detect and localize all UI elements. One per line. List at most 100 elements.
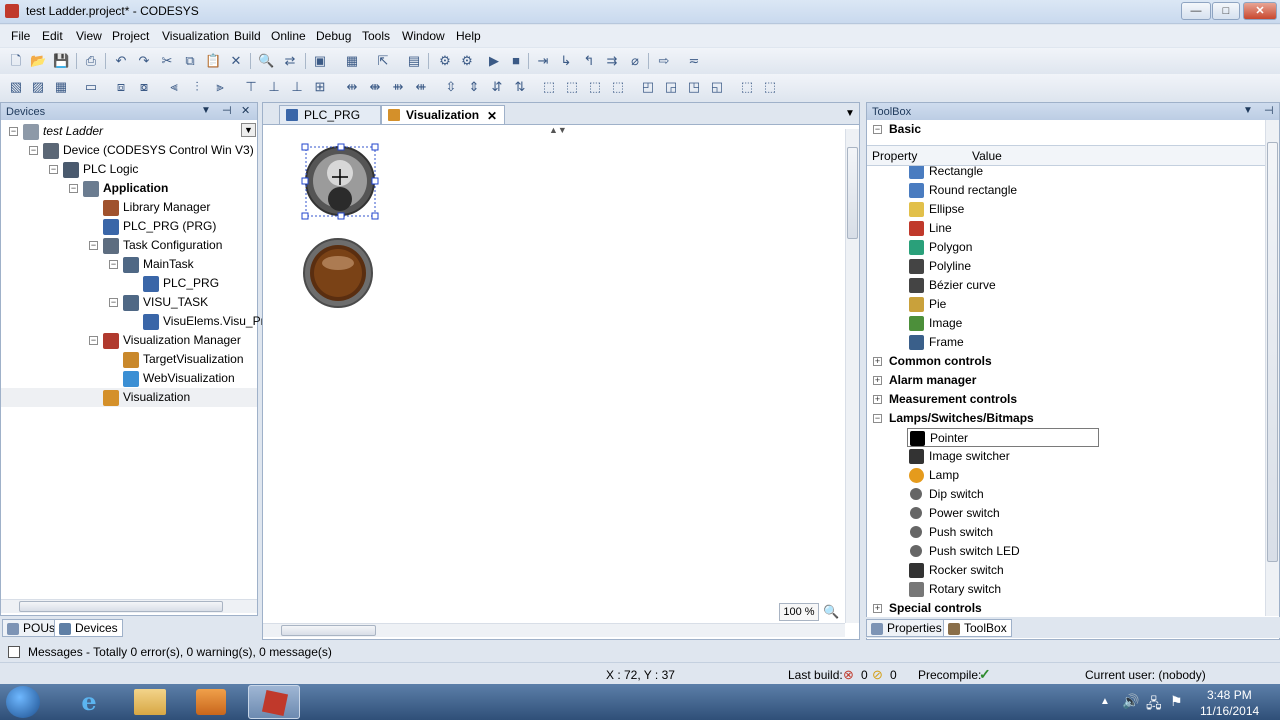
- collapse-icon[interactable]: −: [873, 125, 882, 134]
- size-2-icon[interactable]: ⬚: [564, 79, 580, 95]
- tree-item[interactable]: − test Ladder: [1, 122, 257, 141]
- stop-icon[interactable]: ■: [508, 53, 524, 69]
- v-spacing-3-icon[interactable]: ⇵: [489, 79, 505, 95]
- editor-vscroll-thumb[interactable]: [847, 147, 858, 239]
- show-next-icon[interactable]: ⇨: [656, 53, 672, 69]
- breakpoint-icon[interactable]: ⌀: [627, 53, 643, 69]
- visu-tool-2-icon[interactable]: ▨: [30, 79, 46, 95]
- lamp-element[interactable]: [303, 238, 373, 308]
- toolbox-category[interactable]: + Measurement controls: [867, 390, 1265, 409]
- expand-icon[interactable]: +: [873, 604, 882, 613]
- menu-tools[interactable]: Tools: [362, 29, 390, 43]
- menu-help[interactable]: Help: [456, 29, 481, 43]
- visu-tool-3-icon[interactable]: ▦: [53, 79, 69, 95]
- menu-project[interactable]: Project: [112, 29, 149, 43]
- network-icon[interactable]: 🖧: [1146, 693, 1162, 717]
- toolbox-item[interactable]: Dip switch: [867, 485, 1265, 504]
- size-4-icon[interactable]: ⬚: [610, 79, 626, 95]
- tab-properties[interactable]: Properties: [866, 619, 947, 637]
- toolbox-vscroll-thumb[interactable]: [1267, 142, 1278, 562]
- export-icon[interactable]: ⇱: [375, 53, 391, 69]
- toolbox-item[interactable]: Round rectangle: [867, 181, 1265, 200]
- tree-item[interactable]: − Device (CODESYS Control Win V3): [1, 141, 257, 160]
- tree-item[interactable]: − PLC Logic: [1, 160, 257, 179]
- tray-arrow-icon[interactable]: ▲: [1100, 696, 1110, 707]
- toolbox-item[interactable]: Power switch: [867, 504, 1265, 523]
- delete-icon[interactable]: ✕: [228, 53, 244, 69]
- tree-item[interactable]: PLC_PRG: [1, 274, 257, 293]
- flag-icon[interactable]: ⚑: [1170, 693, 1183, 710]
- maximize-button[interactable]: □: [1212, 2, 1240, 20]
- cut-icon[interactable]: ✂: [159, 53, 175, 69]
- send-back-icon[interactable]: ◲: [663, 79, 679, 95]
- run-to-cursor-icon[interactable]: ⇉: [604, 53, 620, 69]
- editor-hscroll-thumb[interactable]: [281, 625, 376, 636]
- paste-icon[interactable]: 📋: [205, 53, 221, 69]
- h-spacing-4-icon[interactable]: ⇺: [413, 79, 429, 95]
- chevron-down-icon[interactable]: ▼: [1243, 105, 1253, 116]
- collapse-icon[interactable]: −: [29, 146, 38, 155]
- visu-tool-1-icon[interactable]: ▧: [8, 79, 24, 95]
- visu-tool-4-icon[interactable]: ▭: [83, 79, 99, 95]
- toolbox-item[interactable]: Frame: [867, 333, 1265, 352]
- menu-build[interactable]: Build: [234, 29, 261, 43]
- messages-bar[interactable]: Messages - Totally 0 error(s), 0 warning…: [0, 642, 1280, 662]
- find-icon[interactable]: 🔍: [258, 53, 274, 69]
- toolbox-category-basic[interactable]: − Basic: [867, 120, 1267, 139]
- logout-icon[interactable]: ⚙: [459, 53, 475, 69]
- tabs-dropdown-icon[interactable]: ▼: [845, 108, 855, 119]
- start-icon[interactable]: ▶: [486, 53, 502, 69]
- front-one-icon[interactable]: ◳: [686, 79, 702, 95]
- undo-icon[interactable]: ↶: [113, 53, 129, 69]
- devices-hscroll-thumb[interactable]: [19, 601, 223, 612]
- zoom-box[interactable]: 100 %: [779, 603, 819, 621]
- toolbox-item[interactable]: Pointer: [907, 428, 1099, 447]
- step-into-icon[interactable]: ↳: [558, 53, 574, 69]
- login-icon[interactable]: ⚙: [437, 53, 453, 69]
- step-over-icon[interactable]: ⇥: [535, 53, 551, 69]
- h-spacing-3-icon[interactable]: ⇻: [390, 79, 406, 95]
- redo-icon[interactable]: ↷: [136, 53, 152, 69]
- tree-item[interactable]: Visualization: [1, 388, 257, 407]
- devices-hscrollbar[interactable]: [1, 599, 257, 613]
- tab-visualization[interactable]: Visualization ✕: [381, 105, 505, 124]
- toolbox-category[interactable]: − Lamps/Switches/Bitmaps: [867, 409, 1265, 428]
- close-icon[interactable]: ✕: [241, 104, 250, 117]
- tree-item[interactable]: WebVisualization: [1, 369, 257, 388]
- editor-hscrollbar[interactable]: [263, 623, 845, 637]
- back-one-icon[interactable]: ◱: [709, 79, 725, 95]
- tab-close-icon[interactable]: ✕: [487, 109, 497, 123]
- toolbox-item[interactable]: Image: [867, 314, 1265, 333]
- toolbox-item[interactable]: Ellipse: [867, 200, 1265, 219]
- replace-icon[interactable]: ⇄: [282, 53, 298, 69]
- toolbox-item[interactable]: Rocker switch: [867, 561, 1265, 580]
- grid-icon[interactable]: ▦: [344, 53, 360, 69]
- chevron-down-icon[interactable]: ▼: [201, 105, 211, 116]
- tree-item[interactable]: − VISU_TASK: [1, 293, 257, 312]
- v-spacing-2-icon[interactable]: ⇕: [466, 79, 482, 95]
- toolbox-item[interactable]: Push switch: [867, 523, 1265, 542]
- align-right-icon[interactable]: ⫸: [212, 79, 228, 95]
- toolbox-vscrollbar[interactable]: [1265, 120, 1279, 616]
- v-spacing-4-icon[interactable]: ⇅: [512, 79, 528, 95]
- collapse-icon[interactable]: −: [109, 298, 118, 307]
- collapse-icon[interactable]: −: [109, 260, 118, 269]
- toolbox-item[interactable]: Bézier curve: [867, 276, 1265, 295]
- same-size-icon[interactable]: ⊞: [312, 79, 328, 95]
- align-bottom-icon[interactable]: ⊥: [289, 79, 305, 95]
- tree-item[interactable]: Library Manager: [1, 198, 257, 217]
- toolbox-item[interactable]: Line: [867, 219, 1265, 238]
- toolbox-item[interactable]: Image switcher: [867, 447, 1265, 466]
- tab-devices[interactable]: Devices: [54, 619, 123, 637]
- codesys-taskbar-icon[interactable]: [248, 685, 300, 719]
- minimize-button[interactable]: —: [1181, 2, 1211, 20]
- collapse-icon[interactable]: −: [49, 165, 58, 174]
- menu-file[interactable]: File: [11, 29, 30, 43]
- tree-item[interactable]: − Visualization Manager: [1, 331, 257, 350]
- start-button-icon[interactable]: [6, 686, 40, 718]
- menu-online[interactable]: Online: [271, 29, 306, 43]
- toolbox-item[interactable]: Lamp: [867, 466, 1265, 485]
- toolbox-item[interactable]: Polyline: [867, 257, 1265, 276]
- tree-item[interactable]: − MainTask: [1, 255, 257, 274]
- menu-debug[interactable]: Debug: [316, 29, 351, 43]
